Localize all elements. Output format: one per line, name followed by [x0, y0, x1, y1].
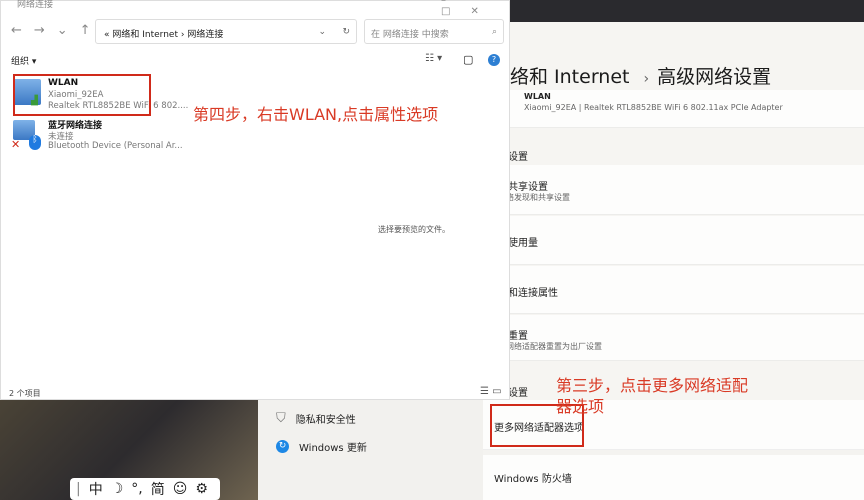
data-usage-card[interactable]: 络使用量 [498, 216, 864, 265]
shield-icon: ⛉ [276, 411, 286, 426]
hardware-properties-card[interactable]: 件和连接属性 [498, 266, 864, 314]
help-icon[interactable]: ? [488, 54, 500, 66]
preview-hint: 选择要预览的文件。 [378, 225, 450, 234]
update-icon: ↻ [276, 440, 289, 453]
sidebar-label: 隐私和安全性 [295, 415, 356, 426]
view-options-icon[interactable]: ☷ ▾ [425, 53, 442, 64]
window-controls[interactable]: –□✕ [441, 0, 509, 17]
section-heading: 设置 [508, 152, 528, 163]
ime-punct[interactable]: °, [131, 481, 142, 497]
sidebar-item-privacy[interactable]: ⛉ 隐私和安全性 [276, 411, 356, 426]
search-placeholder: 在 网络连接 中搜索 [371, 30, 449, 40]
ime-handle[interactable]: | [76, 481, 81, 497]
refresh-icon[interactable]: ↻ [342, 27, 350, 37]
settings-window: 络和 Internet › 高级网络设置 WLAN Xiaomi_92EA | R… [498, 22, 864, 400]
page-title: 高级网络设置 [657, 66, 772, 88]
step4-annotation: 第四步，右击WLAN,点击属性选项 [193, 105, 439, 124]
wlan-name: WLAN [524, 92, 551, 101]
firewall-label: Windows 防火墙 [494, 474, 572, 485]
item-device: Bluetooth Device (Personal Ar... [48, 141, 183, 151]
card-sub: 有网络适配器重置为出厂设置 [498, 342, 602, 351]
address-current[interactable]: 网络连接 [187, 30, 223, 40]
sidebar-item-windows-update[interactable]: ↻ Windows 更新 [276, 439, 367, 454]
step3-annotation-cont: 器选项 [556, 397, 605, 416]
breadcrumb-parent[interactable]: 络和 Internet [510, 66, 629, 88]
ime-moon-icon[interactable]: ☽ [111, 481, 124, 497]
wlan-card[interactable]: WLAN Xiaomi_92EA | Realtek RTL8852BE WiF… [500, 90, 864, 128]
ime-lang[interactable]: 中 [89, 479, 103, 499]
wlan-detail: Xiaomi_92EA | Realtek RTL8852BE WiFi 6 8… [524, 103, 783, 112]
search-input[interactable]: 在 网络连接 中搜索 ⌕ [364, 19, 504, 44]
explorer-window: 网络连接 –□✕ ←→⌄↑ « 网络和 Internet › 网络连接 ⌄ ↻ 在 … [0, 0, 510, 400]
ime-toolbar[interactable]: | 中 ☽ °, 简 ☺ ⚙ [70, 478, 220, 500]
details-view-icon[interactable]: ☰ ▭ [480, 386, 502, 397]
bluetooth-icon: ᛒ [29, 135, 41, 150]
network-reset-card[interactable]: 络重置 有网络适配器重置为出厂设置 [498, 315, 864, 361]
ime-emoji-icon[interactable]: ☺ [173, 481, 188, 497]
breadcrumb-sep: › [643, 71, 650, 87]
address-parent[interactable]: 网络和 Internet [112, 30, 178, 40]
search-icon: ⌕ [491, 27, 497, 37]
ime-settings-icon[interactable]: ⚙ [195, 481, 208, 497]
address-bar[interactable]: « 网络和 Internet › 网络连接 ⌄ ↻ [95, 19, 357, 44]
settings-sidebar: ⛉ 隐私和安全性 ↻ Windows 更新 [258, 400, 483, 500]
section-heading: 设置 [508, 388, 528, 399]
disconnected-icon: ✕ [11, 138, 21, 151]
status-count: 2 个项目 [9, 389, 41, 398]
sidebar-label: Windows 更新 [299, 443, 367, 454]
highlight-box [13, 74, 151, 116]
preview-pane-icon[interactable]: ▢ [463, 53, 473, 66]
bluetooth-item[interactable]: ✕ ᛒ 蓝牙网络连接 未连接 Bluetooth Device (Persona… [11, 118, 183, 156]
title-bar-dark [510, 0, 864, 22]
organize-button[interactable]: 组织 ▾ [11, 54, 36, 67]
window-title: 网络连接 [17, 0, 54, 10]
sharing-settings-card[interactable]: 级共享设置 网络发现和共享设置 [498, 165, 864, 215]
firewall-card[interactable]: Windows 防火墙 [483, 455, 864, 500]
ime-simplified[interactable]: 简 [151, 479, 165, 499]
nav-buttons[interactable]: ←→⌄↑ [11, 23, 103, 38]
settings-breadcrumb: 络和 Internet › 高级网络设置 [510, 62, 771, 89]
